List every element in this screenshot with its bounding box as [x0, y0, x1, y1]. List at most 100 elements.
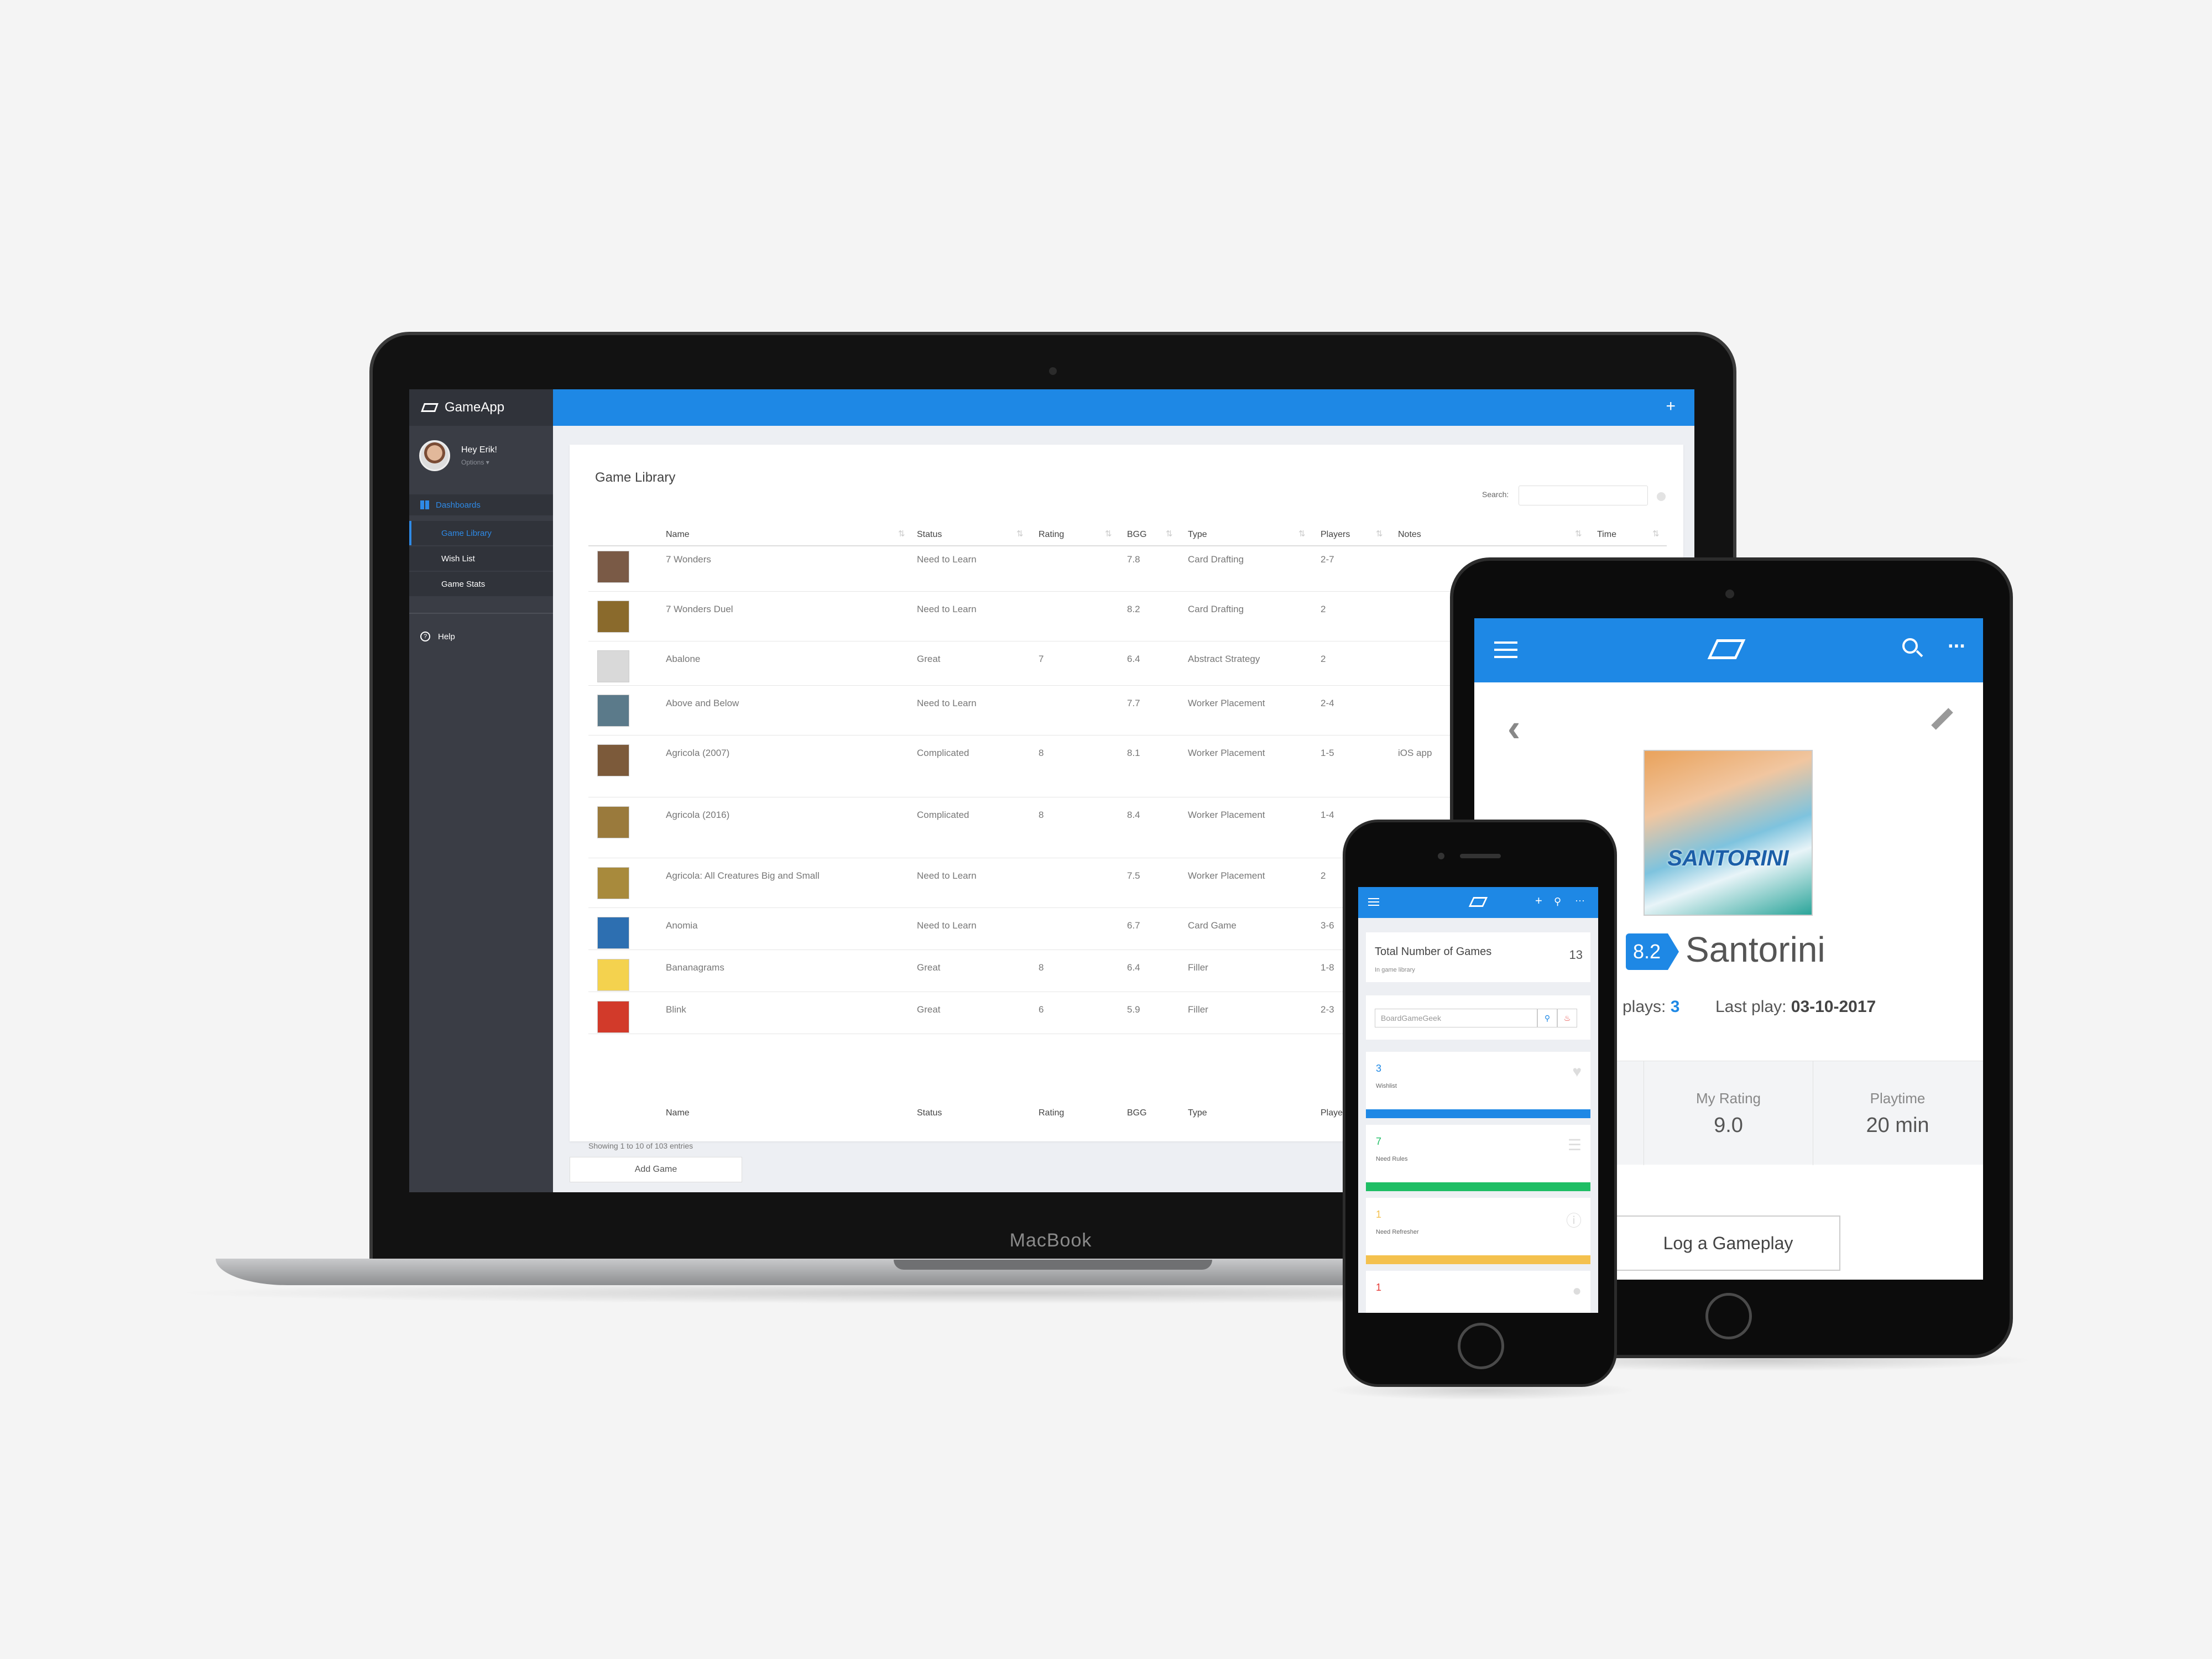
stat-count: 7 [1376, 1136, 1382, 1147]
logo-icon[interactable] [1468, 897, 1488, 907]
cell-rating: 6 [1039, 1004, 1044, 1015]
cell-status: Great [917, 962, 941, 973]
cell-players: 1-4 [1321, 810, 1334, 820]
fire-icon[interactable]: ♨ [1557, 1009, 1577, 1027]
cell-type: Filler [1188, 962, 1208, 973]
stat-my-rating: My Rating 9.0 [1644, 1061, 1813, 1165]
cell-rating: 8 [1039, 748, 1044, 758]
column-header-name[interactable]: Name [666, 530, 690, 540]
more-icon[interactable]: ··· [1575, 895, 1585, 906]
add-icon[interactable]: + [1535, 894, 1542, 908]
cell-players: 2 [1321, 654, 1326, 664]
game-thumbnail [597, 695, 629, 727]
bgg-score-badge: 8.2 [1626, 933, 1679, 970]
last-play-value: 03-10-2017 [1791, 998, 1876, 1016]
help-label: Help [438, 632, 455, 641]
log-gameplay-button[interactable]: Log a Gameplay [1616, 1215, 1840, 1271]
help-icon: ? [420, 632, 430, 641]
plays-value: 3 [1670, 998, 1680, 1016]
search-icon[interactable]: ⚲ [1554, 896, 1561, 907]
column-header-status[interactable]: Status [917, 530, 942, 540]
sidebar-item-help[interactable]: ? Help [420, 632, 455, 641]
column-header-rating[interactable]: Rating [1039, 530, 1064, 540]
game-thumbnail [597, 650, 629, 682]
sort-icon[interactable]: ⇅ [1298, 529, 1306, 539]
sort-icon[interactable]: ⇅ [1575, 529, 1582, 539]
more-icon[interactable]: ··· [1948, 635, 1966, 659]
list-icon: ☰ [1567, 1136, 1582, 1154]
cell-type: Worker Placement [1188, 748, 1265, 758]
sort-icon[interactable]: ⇅ [1105, 529, 1112, 539]
phone-stat-card[interactable]: 3 Wishlist ♥ [1366, 1052, 1590, 1118]
sidebar-section-dashboards[interactable]: Dashboards [409, 494, 553, 515]
column-header-players[interactable]: Players [1321, 530, 1350, 540]
game-thumbnail [597, 744, 629, 776]
plays-count: plays: 3 [1623, 998, 1679, 1016]
sidebar-item-game-library[interactable]: Game Library [409, 521, 553, 545]
sort-icon[interactable]: ⇅ [1166, 529, 1173, 539]
stat-label: Wishlist [1376, 1083, 1397, 1089]
phone-stat-card[interactable]: 1 ● [1366, 1271, 1590, 1313]
brand[interactable]: GameApp [409, 389, 553, 426]
phone-top-bar: + ⚲ ··· [1358, 887, 1598, 918]
phone-stat-card[interactable]: 7 Need Rules ☰ [1366, 1125, 1590, 1191]
stat-label: Need Refresher [1376, 1229, 1419, 1235]
sidebar-divider [409, 613, 553, 614]
cell-bgg: 7.7 [1127, 698, 1140, 708]
search-label: Search: [1482, 490, 1509, 499]
info-icon: ⓘ [1566, 1212, 1582, 1229]
hamburger-menu-icon[interactable] [1368, 898, 1379, 906]
cell-rating: 7 [1039, 654, 1044, 664]
column-header-notes[interactable]: Notes [1398, 530, 1421, 540]
plays-label: plays: [1623, 998, 1666, 1016]
back-chevron-icon[interactable]: ‹ [1507, 706, 1520, 750]
sidebar-item-game-stats[interactable]: Game Stats [409, 572, 553, 596]
stat-count: 1 [1376, 1282, 1382, 1293]
stat-value: 9.0 [1714, 1114, 1743, 1137]
cell-type: Card Game [1188, 920, 1237, 931]
logo-icon[interactable] [1707, 639, 1746, 659]
game-thumbnail [597, 601, 629, 633]
laptop-notch [894, 1260, 1212, 1270]
phone-stat-card[interactable]: 1 Need Refresher ⓘ [1366, 1198, 1590, 1264]
cell-players: 2-3 [1321, 1004, 1334, 1015]
sidebar-item-wish-list[interactable]: Wish List [409, 546, 553, 571]
user-panel[interactable]: Hey Erik! Options ▾ [419, 439, 546, 472]
column-header-type[interactable]: Type [1188, 530, 1207, 540]
cell-bgg: 8.1 [1127, 748, 1140, 758]
cell-name: Abalone [666, 654, 701, 664]
cell-notes: iOS app [1398, 748, 1432, 758]
column-header-bgg[interactable]: BGG [1127, 530, 1147, 540]
stat-count: 3 [1376, 1063, 1382, 1074]
add-game-button[interactable]: Add Game [570, 1157, 742, 1182]
brand-name: GameApp [445, 400, 505, 415]
search-icon[interactable] [1902, 638, 1918, 654]
cell-bgg: 8.4 [1127, 810, 1140, 820]
search-icon[interactable]: ⚲ [1537, 1009, 1557, 1027]
hamburger-menu-icon[interactable] [1494, 641, 1517, 658]
cell-type: Worker Placement [1188, 810, 1265, 820]
game-thumbnail [597, 867, 629, 899]
footer-type: Type [1188, 1108, 1207, 1118]
cell-players: 2-4 [1321, 698, 1334, 708]
bgg-search-input[interactable]: BoardGameGeek [1375, 1009, 1537, 1027]
sort-icon[interactable]: ⇅ [1652, 529, 1660, 539]
cell-type: Card Drafting [1188, 604, 1244, 614]
search-input[interactable] [1519, 486, 1648, 505]
cell-type: Card Drafting [1188, 554, 1244, 565]
sort-icon[interactable]: ⇅ [1376, 529, 1383, 539]
user-options[interactable]: Options ▾ [461, 458, 497, 466]
clear-search-icon[interactable] [1657, 492, 1666, 501]
column-header-time[interactable]: Time [1597, 530, 1616, 540]
sort-icon[interactable]: ⇅ [1016, 529, 1024, 539]
cell-rating: 8 [1039, 810, 1044, 820]
last-play-label: Last play: [1715, 998, 1787, 1016]
footer-rating: Rating [1039, 1108, 1065, 1118]
sort-icon[interactable]: ⇅ [898, 529, 905, 539]
add-button[interactable]: + [1666, 397, 1676, 416]
top-bar: + [553, 389, 1694, 426]
edit-pencil-icon[interactable] [1931, 708, 1953, 730]
game-thumbnail [597, 806, 629, 838]
total-games-title: Total Number of Games [1375, 946, 1492, 958]
laptop-label: MacBook [1009, 1230, 1092, 1251]
